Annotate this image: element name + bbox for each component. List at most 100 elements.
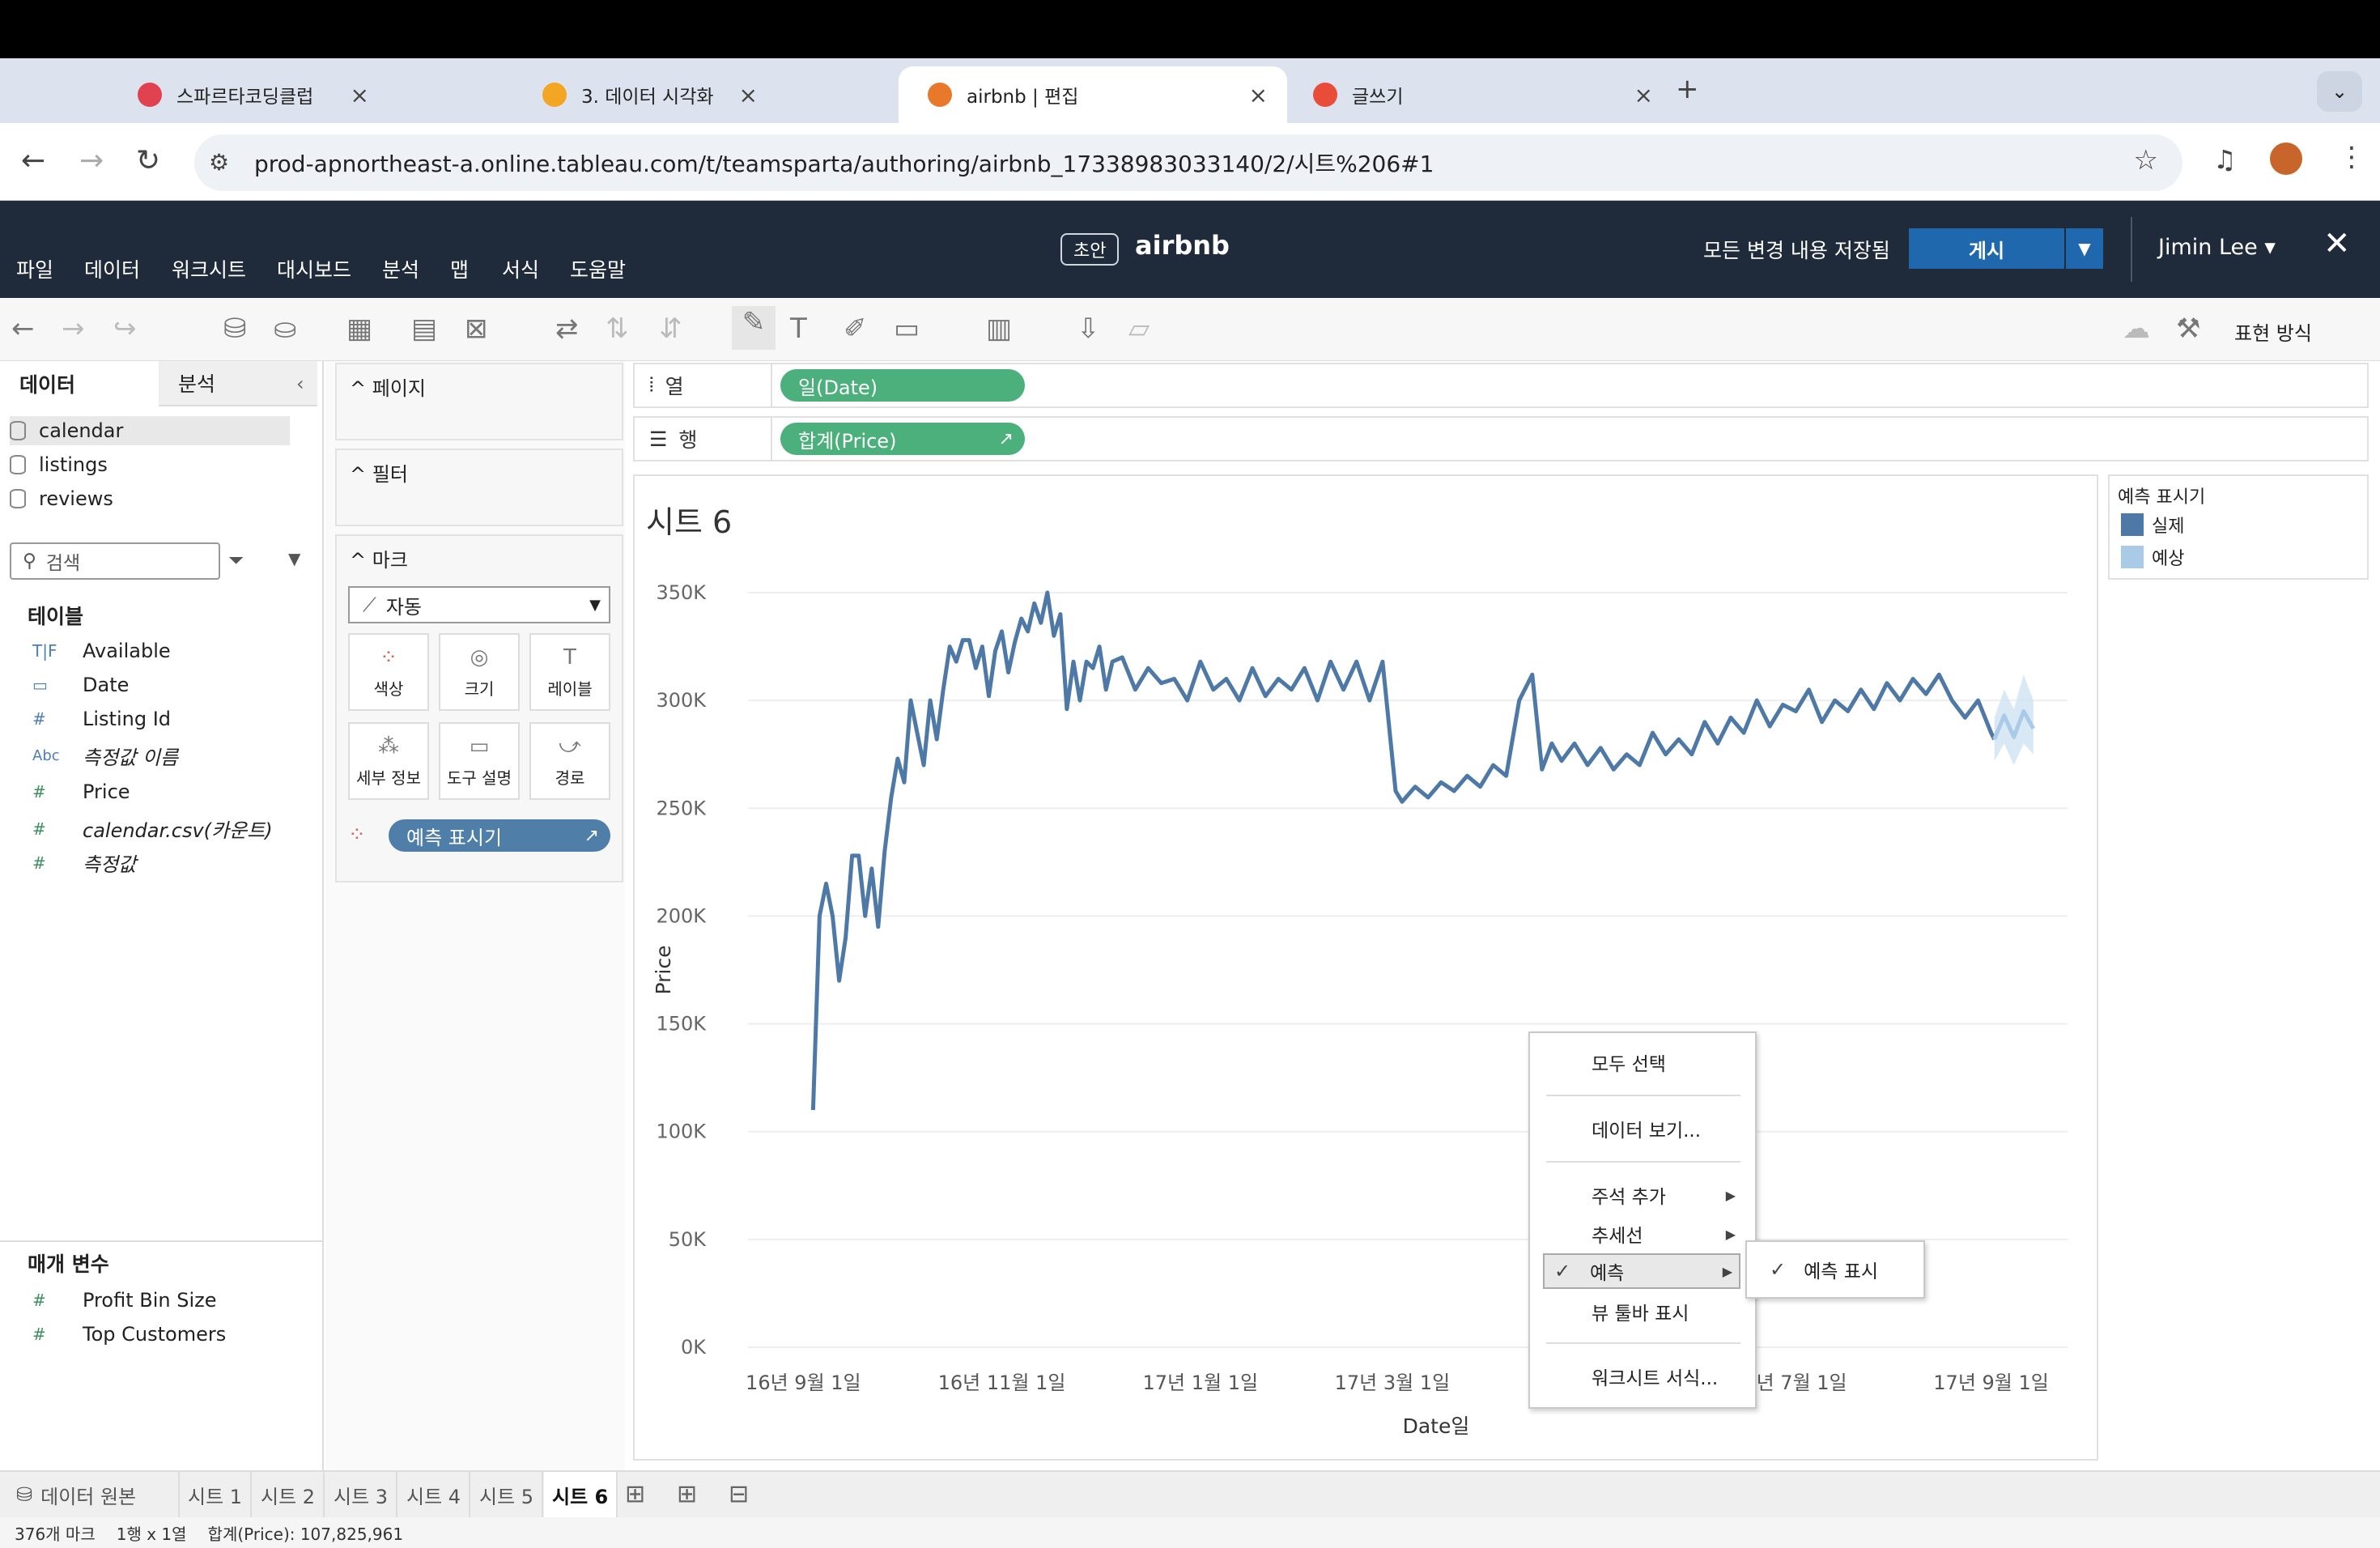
legend[interactable]: 예측 표시기 실제 예상	[2108, 474, 2369, 580]
pause-updates-icon[interactable]: ⛀	[274, 313, 297, 345]
close-icon[interactable]: ✕	[2323, 225, 2351, 262]
menu-file[interactable]: 파일	[16, 254, 53, 283]
close-icon[interactable]: ×	[351, 82, 369, 108]
field-item[interactable]: ▭ Date	[32, 674, 129, 696]
show-me-button[interactable]: 표현 방식	[2234, 317, 2312, 346]
field-item[interactable]: # calendar.csv(카운트)	[32, 814, 273, 843]
legend-item-forecast[interactable]: 예상	[2121, 544, 2184, 570]
highlight-icon[interactable]: ✎	[732, 306, 776, 350]
datasource-item[interactable]: calendar	[10, 416, 290, 445]
sheet-tab[interactable]: 시트 5	[471, 1472, 544, 1517]
new-tab-icon[interactable]: +	[1676, 73, 1699, 105]
label-button[interactable]: T 레이블	[529, 633, 610, 711]
new-worksheet-icon[interactable]: ⊞	[625, 1480, 645, 1508]
rows-shelf[interactable]: ☰ 행 합계(Price) ↗	[633, 416, 2369, 461]
redo-icon[interactable]: →	[62, 313, 85, 345]
menu-format[interactable]: 서식	[502, 254, 539, 283]
new-sheet-icon[interactable]: ▦	[346, 313, 372, 345]
undo-icon[interactable]: ←	[11, 313, 35, 345]
menu-analysis[interactable]: 분석	[382, 254, 419, 283]
field-item[interactable]: Abc 측정값 이름	[32, 742, 178, 770]
menu-view-data[interactable]: 데이터 보기...	[1532, 1111, 1755, 1146]
color-button[interactable]: ⁘ 색상	[348, 633, 429, 711]
menu-show-view-toolbar[interactable]: 뷰 툴바 표시	[1532, 1294, 1755, 1329]
forecast-indicator-pill[interactable]: 예측 표시기 ↗	[389, 819, 610, 852]
avatar[interactable]	[2270, 142, 2302, 175]
menu-dashboard[interactable]: 대시보드	[277, 254, 351, 283]
detail-button[interactable]: ⁂ 세부 정보	[348, 722, 429, 800]
search-input[interactable]: ⚲ 검색	[10, 542, 220, 580]
replay-icon[interactable]: ↪	[113, 313, 137, 345]
cloud-icon[interactable]: ☁	[2123, 313, 2150, 345]
publish-button[interactable]: 게시	[1909, 228, 2064, 269]
menu-select-all[interactable]: 모두 선택	[1532, 1044, 1755, 1080]
tab-data[interactable]: 데이터	[0, 361, 159, 406]
new-datasource-icon[interactable]: ⛁	[223, 313, 247, 345]
sort-desc-icon[interactable]: ⇵	[659, 313, 682, 345]
clear-sheet-icon[interactable]: ⊠	[465, 313, 488, 345]
sheet-tab-active[interactable]: 시트 6	[544, 1472, 618, 1517]
browser-tab-3[interactable]: airbnb | 편집 ×	[899, 66, 1287, 123]
menu-map[interactable]: 맵	[450, 254, 469, 283]
browser-tab-2[interactable]: 3. 데이터 시각화 ×	[389, 66, 777, 123]
parameter-item[interactable]: # Profit Bin Size	[32, 1289, 216, 1312]
forward-icon[interactable]: →	[79, 144, 104, 177]
sheet-tab[interactable]: 시트 4	[398, 1472, 471, 1517]
url-field[interactable]: ⚙ prod-apnortheast-a.online.tableau.com/…	[194, 134, 2182, 191]
star-icon[interactable]: ☆	[2134, 144, 2158, 176]
field-item[interactable]: T|F Available	[32, 640, 171, 662]
field-item[interactable]: # Price	[32, 780, 130, 803]
filters-card[interactable]: ^ 필터	[335, 449, 623, 526]
sheet-tab[interactable]: 시트 2	[253, 1472, 325, 1517]
menu-trend-lines[interactable]: 추세선 ▶	[1532, 1216, 1755, 1252]
datasource-item[interactable]: listings	[10, 450, 290, 479]
legend-item-actual[interactable]: 실제	[2121, 512, 2184, 538]
close-icon[interactable]: ×	[1249, 82, 1268, 108]
presentation-icon[interactable]: ▱	[1128, 313, 1150, 345]
tooltip-button[interactable]: ▭ 도구 설명	[439, 722, 520, 800]
filter-icon[interactable]: ⏷	[228, 549, 244, 572]
menu-worksheet[interactable]: 워크시트	[172, 254, 246, 283]
menu-forecast[interactable]: ✓ 예측 ▶	[1543, 1253, 1740, 1289]
price-pill[interactable]: 합계(Price) ↗	[780, 423, 1025, 455]
site-info-icon[interactable]: ⚙	[209, 149, 229, 176]
tab-analysis[interactable]: 분석	[159, 361, 317, 406]
path-button[interactable]: ⤻ 경로	[529, 722, 610, 800]
fit-icon[interactable]: ▭	[894, 313, 920, 345]
sheet-tab[interactable]: 시트 3	[325, 1472, 398, 1517]
sort-asc-icon[interactable]: ⇅	[606, 313, 629, 345]
label-icon[interactable]: T	[790, 313, 807, 345]
back-icon[interactable]: ←	[21, 144, 45, 177]
collapse-icon[interactable]: ‹	[296, 372, 304, 395]
menu-format-worksheet[interactable]: 워크시트 서식...	[1532, 1359, 1755, 1394]
close-icon[interactable]: ×	[739, 82, 758, 108]
close-icon[interactable]: ×	[1634, 82, 1653, 108]
chevron-down-icon[interactable]: ⌄	[2317, 71, 2362, 112]
sheet-tab[interactable]: 시트 1	[180, 1472, 253, 1517]
menu-annotate[interactable]: 주석 추가 ▶	[1532, 1177, 1755, 1213]
duplicate-sheet-icon[interactable]: ▤	[411, 313, 437, 345]
new-dashboard-icon[interactable]: ⊞	[677, 1480, 697, 1508]
menu-help[interactable]: 도움말	[570, 254, 626, 283]
date-pill[interactable]: 일(Date)	[780, 369, 1025, 402]
browser-tab-1[interactable]: 스파르타코딩클럽 ×	[0, 66, 389, 123]
parameter-item[interactable]: # Top Customers	[32, 1323, 226, 1346]
datasource-item[interactable]: reviews	[10, 484, 290, 513]
mark-type-dropdown[interactable]: ⟋ 자동 ▼	[348, 586, 610, 623]
media-icon[interactable]: ♫	[2213, 144, 2237, 175]
line-chart[interactable]: 350K 300K 250K 200K 150K 100K 50K 0K 16년 9월 1일 16…	[635, 476, 2097, 1459]
browser-tab-4[interactable]: 글쓰기 ×	[1284, 66, 1672, 123]
size-button[interactable]: ◎ 크기	[439, 633, 520, 711]
pages-card[interactable]: ^ 페이지	[335, 363, 623, 440]
chart-type-icon[interactable]: ▥	[986, 313, 1012, 345]
columns-shelf[interactable]: ⦙ 열 일(Date)	[633, 363, 2369, 408]
datasource-tab[interactable]: ⛁ 데이터 원본	[0, 1472, 180, 1517]
field-item[interactable]: # 측정값	[32, 848, 136, 877]
chevron-down-icon[interactable]: ▼	[288, 549, 300, 568]
reload-icon[interactable]: ↻	[136, 144, 160, 177]
format-painter-icon[interactable]: ⚒	[2176, 313, 2200, 345]
field-item[interactable]: # Listing Id	[32, 708, 171, 730]
forecast-submenu[interactable]: ✓ 예측 표시	[1745, 1240, 1925, 1299]
download-icon[interactable]: ⇩	[1077, 313, 1100, 345]
swap-icon[interactable]: ⇄	[555, 313, 579, 345]
